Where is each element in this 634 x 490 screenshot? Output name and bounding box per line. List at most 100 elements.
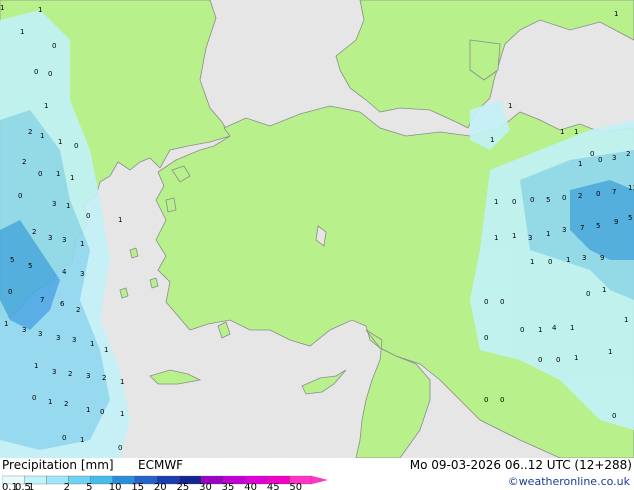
precip-value: 0 [48,70,52,78]
precip-value: 7 [580,224,584,232]
precip-value: 1 [66,202,70,210]
precip-value: 1 [90,340,94,348]
precip-value: 3 [582,254,586,262]
precip-value: 0 [612,412,616,420]
precip-value: 0 [596,190,600,198]
precip-value: 0 [538,356,542,364]
precip-value: 0 [484,334,488,342]
forecast-map: 1110001112021010310123315543076213333111… [0,0,634,459]
precip-value: 1 [560,128,564,136]
precip-value: 7 [612,188,616,196]
precip-value: 9 [614,218,618,226]
legend-footer: Precipitation [mm] ECMWF Mo 09-03-2026 0… [0,458,634,490]
precip-value: 2 [64,400,68,408]
precip-value: 1 [80,436,84,444]
precip-value: 1 [34,362,38,370]
precip-value: 1 [20,28,24,36]
precip-value: 0 [484,298,488,306]
precip-value: 1 [70,174,74,182]
precip-value: 1 [614,10,618,18]
precip-value: 4 [62,268,67,276]
precip-value: 3 [528,234,532,242]
precip-value: 1 [494,198,498,206]
precip-value: 13 [628,184,634,192]
precip-value: 5 [628,214,632,222]
color-scale-tick: 40 [244,482,257,490]
precip-value: 1 [120,378,124,386]
precip-value: 3 [48,234,52,242]
precip-value: 2 [626,150,630,158]
precip-value: 1 [578,160,582,168]
precip-value: 1 [56,170,60,178]
precip-value: 0 [62,434,66,442]
precip-value: 0 [500,298,504,306]
precip-value: 1 [58,138,62,146]
precip-value: 0 [100,408,104,416]
color-scale-tick: 5 [86,482,92,490]
precip-value: 0 [556,356,560,364]
precip-value: 1 [530,258,534,266]
precip-value: 0 [598,156,602,164]
precip-value: 3 [52,368,56,376]
precip-value: 2 [68,370,72,378]
color-scale-tick: 25 [177,482,190,490]
precip-value: 0 [32,394,36,402]
precip-value: 5 [10,256,14,264]
precip-value: 1 [574,128,578,136]
precip-value: 0 [530,196,534,204]
precip-value: 5 [28,262,32,270]
precip-value: 5 [546,196,550,204]
color-scale-arrow [312,476,328,484]
precip-value: 2 [76,306,80,314]
precip-value: 0 [590,150,594,158]
precip-value: 0 [86,212,90,220]
precip-value: 2 [102,374,106,382]
precip-value: 1 [512,232,516,240]
precip-value: 1 [566,256,570,264]
precip-value: 9 [600,254,604,262]
color-scale-tick: 35 [222,482,235,490]
precip-value: 3 [62,236,66,244]
precip-value: 3 [52,200,56,208]
model-name: ECMWF [138,458,184,472]
precip-value: 1 [538,326,542,334]
precip-value: 0 [512,198,516,206]
precip-value: 3 [86,372,90,380]
precip-value: 0 [38,170,42,178]
precip-value: 1 [494,234,498,242]
color-scale-tick: 15 [131,482,144,490]
forecast-datetime: Mo 09-03-2026 06..12 UTC (12+288) [409,458,632,472]
precip-value: 2 [22,158,26,166]
precip-value: 1 [624,316,628,324]
precip-value: 7 [40,296,44,304]
precip-value: 0 [562,194,566,202]
precip-value: 0 [34,68,38,76]
precip-value: 1 [570,324,574,332]
precip-value: 4 [552,324,557,332]
color-scale-tick: 10 [109,482,122,490]
precip-value: 1 [490,136,494,144]
precip-value: 1 [0,4,4,12]
precip-value: 0 [586,290,590,298]
precip-value: 0 [520,326,524,334]
precip-value: 2 [28,128,32,136]
precip-value: 3 [56,334,60,342]
precip-value: 1 [120,410,124,418]
precip-value: 3 [562,226,566,234]
precip-value: 1 [38,6,42,14]
color-scale-tick: 2 [64,482,70,490]
precip-value: 1 [44,102,48,110]
color-scale: 0.10.51 2 5 10 15 20 25 30 35 40 45 50 [2,475,328,490]
precip-value: 3 [612,154,616,162]
precip-value: 0 [484,396,488,404]
precip-value: 6 [60,300,65,308]
credit-link[interactable]: ©weatheronline.co.uk [508,475,630,488]
precip-value: 3 [22,326,26,334]
precip-value: 0 [548,258,552,266]
color-scale-tick: 1 [28,482,34,490]
precip-value: 1 [48,398,52,406]
precip-value: 3 [38,330,42,338]
precip-value: 1 [508,102,512,110]
precip-value: 0 [8,288,12,296]
precip-value: 0 [118,444,122,452]
